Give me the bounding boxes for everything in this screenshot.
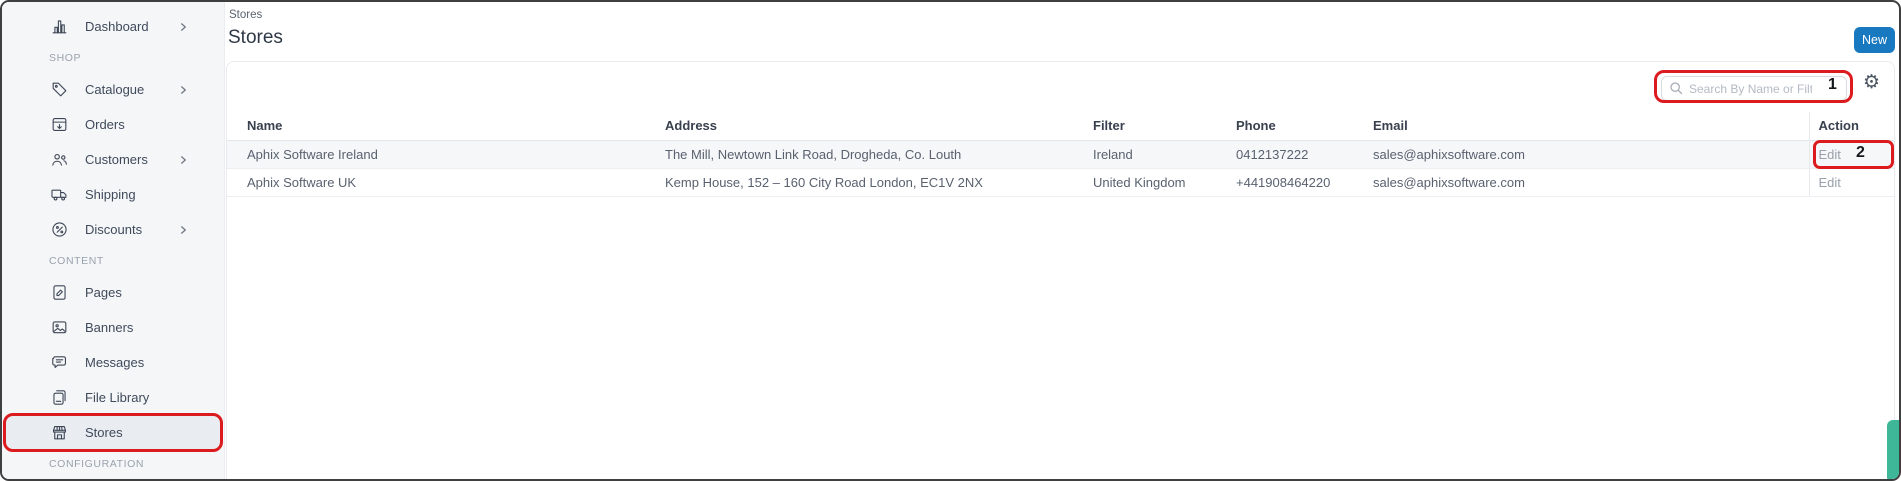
- stores-icon: [48, 423, 70, 443]
- sidebar-item-banners[interactable]: Banners: [2, 310, 224, 345]
- stores-panel: ⚙ Name Address Filter Phone Email Action: [226, 61, 1895, 481]
- sidebar-item-label: Banners: [85, 320, 133, 335]
- sidebar-item-stores[interactable]: Stores: [2, 415, 224, 450]
- sidebar-item-label: Messages: [85, 355, 144, 370]
- chevron-right-icon: [179, 85, 188, 95]
- table-row: Aphix Software Ireland The Mill, Newtown…: [227, 140, 1894, 168]
- search-box: [1661, 76, 1847, 101]
- chevron-right-icon: [179, 22, 188, 32]
- store-filter: Ireland: [1093, 140, 1236, 168]
- edit-link[interactable]: Edit: [1819, 175, 1841, 190]
- edit-link[interactable]: Edit: [1819, 147, 1841, 162]
- chevron-right-icon: [179, 155, 188, 165]
- column-header-phone: Phone: [1236, 112, 1373, 140]
- sidebar: Dashboard SHOP Catalogue Orders: [2, 2, 225, 479]
- store-email: sales@aphixsoftware.com: [1373, 140, 1809, 168]
- pages-icon: [48, 283, 70, 303]
- store-address: The Mill, Newtown Link Road, Drogheda, C…: [665, 140, 1093, 168]
- dashboard-icon: [48, 17, 70, 37]
- sidebar-item-label: File Library: [85, 390, 149, 405]
- store-name: Aphix Software Ireland: [227, 140, 665, 168]
- sidebar-item-orders[interactable]: Orders: [2, 107, 224, 142]
- sidebar-item-label: Shipping: [85, 187, 136, 202]
- discounts-icon: [48, 220, 70, 240]
- search-input[interactable]: [1661, 76, 1847, 101]
- store-email: sales@aphixsoftware.com: [1373, 168, 1809, 196]
- sidebar-section-shop: SHOP: [2, 44, 224, 72]
- orders-icon: [48, 115, 70, 135]
- scrollbar-thumb[interactable]: [1887, 420, 1899, 481]
- new-button[interactable]: New: [1854, 27, 1895, 53]
- column-header-name: Name: [227, 112, 665, 140]
- chevron-right-icon: [179, 225, 188, 235]
- sidebar-item-label: Catalogue: [85, 82, 144, 97]
- column-header-filter: Filter: [1093, 112, 1236, 140]
- customers-icon: [48, 150, 70, 170]
- column-header-address: Address: [665, 112, 1093, 140]
- sidebar-item-label: Stores: [85, 425, 123, 440]
- table-header-row: Name Address Filter Phone Email Action: [227, 112, 1894, 140]
- stores-table: Name Address Filter Phone Email Action A…: [227, 112, 1894, 197]
- sidebar-item-label: Customers: [85, 152, 148, 167]
- sidebar-section-content: CONTENT: [2, 247, 224, 275]
- column-header-email: Email: [1373, 112, 1809, 140]
- store-address: Kemp House, 152 – 160 City Road London, …: [665, 168, 1093, 196]
- sidebar-item-discounts[interactable]: Discounts: [2, 212, 224, 247]
- catalogue-icon: [48, 80, 70, 100]
- app-window: Dashboard SHOP Catalogue Orders: [0, 0, 1901, 481]
- store-phone: +441908464220: [1236, 168, 1373, 196]
- sidebar-item-pages[interactable]: Pages: [2, 275, 224, 310]
- breadcrumb[interactable]: Stores: [229, 9, 262, 21]
- sidebar-section-configuration: CONFIGURATION: [2, 450, 224, 478]
- gear-icon[interactable]: ⚙: [1863, 73, 1880, 92]
- sidebar-item-shipping[interactable]: Shipping: [2, 177, 224, 212]
- table-row: Aphix Software UK Kemp House, 152 – 160 …: [227, 168, 1894, 196]
- sidebar-item-messages[interactable]: Messages: [2, 345, 224, 380]
- column-header-action: Action: [1809, 112, 1894, 140]
- sidebar-item-label: Orders: [85, 117, 125, 132]
- search-icon: [1669, 81, 1684, 96]
- store-phone: 0412137222: [1236, 140, 1373, 168]
- sidebar-item-file-library[interactable]: File Library: [2, 380, 224, 415]
- banners-icon: [48, 318, 70, 338]
- sidebar-item-customers[interactable]: Customers: [2, 142, 224, 177]
- sidebar-item-label: Discounts: [85, 222, 142, 237]
- file-library-icon: [48, 388, 70, 408]
- shipping-icon: [48, 185, 70, 205]
- sidebar-item-catalogue[interactable]: Catalogue: [2, 72, 224, 107]
- store-filter: United Kingdom: [1093, 168, 1236, 196]
- sidebar-item-dashboard[interactable]: Dashboard: [2, 9, 224, 44]
- sidebar-item-label: Pages: [85, 285, 122, 300]
- messages-icon: [48, 353, 70, 373]
- sidebar-item-label: Dashboard: [85, 19, 149, 34]
- page-title: Stores: [228, 27, 283, 49]
- store-name: Aphix Software UK: [227, 168, 665, 196]
